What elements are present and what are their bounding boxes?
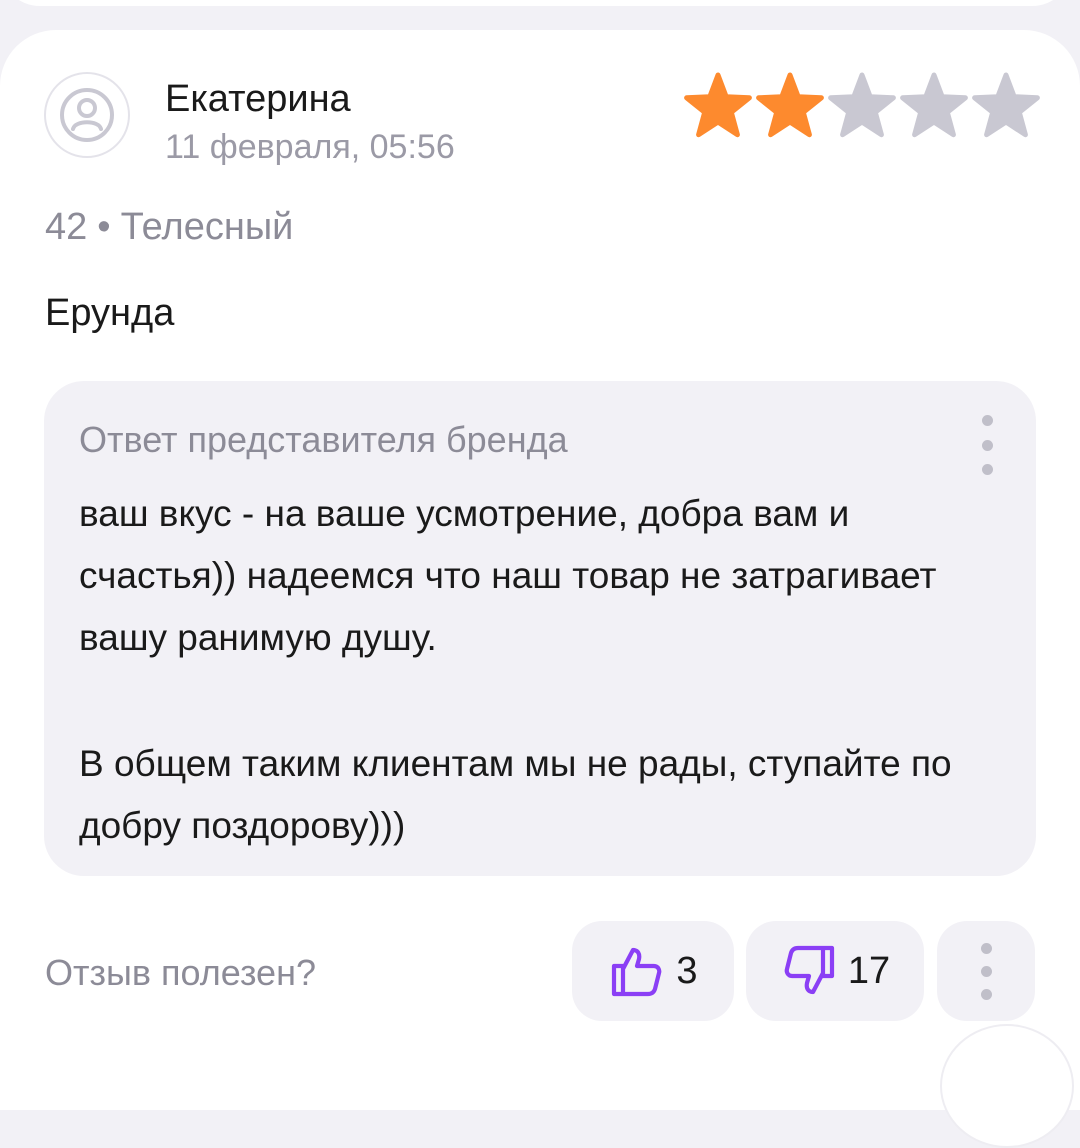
- more-vertical-icon-dot: [980, 965, 992, 977]
- floating-button-edge[interactable]: [940, 1024, 1074, 1148]
- author-name: Екатерина: [165, 78, 351, 120]
- helpful-question: Отзыв полезен?: [45, 952, 316, 993]
- review-more-button[interactable]: [937, 921, 1035, 1021]
- user-avatar-icon: [60, 88, 114, 142]
- more-vertical-icon-dot: [981, 439, 993, 451]
- reply-more-button[interactable]: [972, 415, 1002, 475]
- more-vertical-icon: [981, 415, 993, 426]
- star-filled-icon: [756, 72, 824, 138]
- variant-color: Телесный: [120, 206, 294, 248]
- star-empty-icon: [828, 72, 896, 138]
- star-empty-icon: [972, 72, 1040, 138]
- star-rating: [682, 70, 1042, 142]
- star-empty-icon: [900, 72, 968, 138]
- more-vertical-icon-dot: [980, 988, 992, 1000]
- avatar: [44, 72, 130, 158]
- like-button[interactable]: 3: [572, 921, 734, 1021]
- variant-size: 42: [45, 206, 88, 248]
- more-vertical-icon: [980, 942, 992, 954]
- dislike-button[interactable]: 17: [746, 921, 924, 1021]
- star-filled-icon: [684, 72, 752, 138]
- product-variant: 42 • Телесный: [45, 206, 293, 249]
- brand-reply: Ответ представителя бренда ваш вкус - на…: [44, 381, 1036, 876]
- thumbs-down-icon: [784, 945, 834, 995]
- more-vertical-icon-dot: [981, 464, 993, 475]
- review-text: Ерунда: [45, 292, 175, 334]
- review-date: 11 февраля, 05:56: [165, 128, 455, 166]
- variant-separator: •: [97, 206, 111, 248]
- thumbs-up-icon: [612, 947, 662, 997]
- brand-reply-paragraph-2: В общем таким клиентам мы не рады, ступа…: [79, 743, 952, 846]
- brand-reply-paragraph-1: ваш вкус - на ваше усмотрение, добра вам…: [79, 493, 937, 658]
- like-count: 3: [676, 949, 698, 992]
- brand-reply-title: Ответ представителя бренда: [79, 419, 568, 460]
- dislike-count: 17: [847, 949, 891, 992]
- previous-review-card-edge: [0, 0, 1072, 6]
